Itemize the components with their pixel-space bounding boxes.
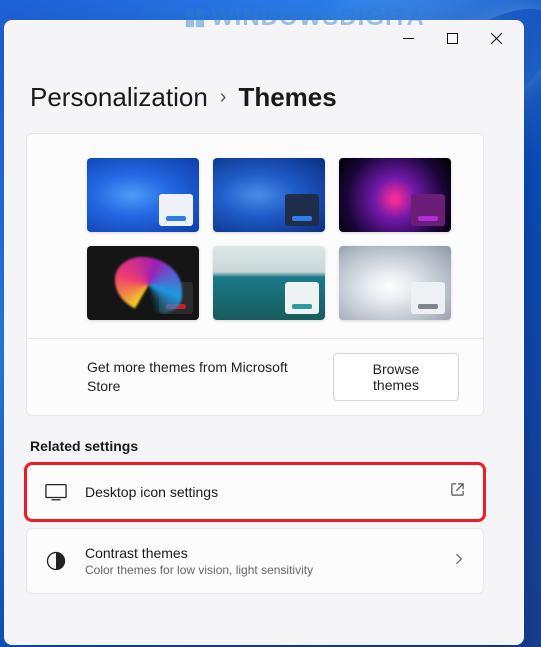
external-link-icon [450,482,465,502]
chevron-right-icon: › [220,86,227,109]
themes-card: Get more themes from Microsoft Store Bro… [26,133,484,416]
related-settings-heading: Related settings [30,438,484,454]
maximize-icon [447,33,458,44]
titlebar [4,20,524,56]
theme-glow[interactable] [339,158,451,232]
theme-captured-motion[interactable] [87,246,199,320]
monitor-icon [45,481,67,503]
theme-preview-overlay [159,194,193,226]
theme-preview-overlay [411,194,445,226]
page-title: Themes [238,82,336,113]
theme-preview-overlay [159,282,193,314]
desktop-icon-settings-row[interactable]: Desktop icon settings [26,464,484,520]
minimize-button[interactable] [386,24,430,52]
maximize-button[interactable] [430,24,474,52]
settings-window: Personalization › Themes [4,20,524,645]
theme-flow[interactable] [339,246,451,320]
contrast-icon [45,550,67,572]
theme-preview-overlay [285,282,319,314]
themes-grid [27,134,483,338]
minimize-icon [403,33,414,44]
contrast-themes-row[interactable]: Contrast themes Color themes for low vis… [26,528,484,594]
close-button[interactable] [474,24,518,52]
theme-preview-overlay [285,194,319,226]
chevron-right-icon [453,552,465,570]
store-text: Get more themes from Microsoft Store [87,358,317,396]
close-icon [491,33,502,44]
browse-themes-button[interactable]: Browse themes [333,353,459,401]
breadcrumb: Personalization › Themes [30,82,504,113]
row-title: Contrast themes [85,545,435,561]
theme-windows-dark[interactable] [213,158,325,232]
theme-preview-overlay [411,282,445,314]
row-title: Desktop icon settings [85,484,432,500]
row-subtitle: Color themes for low vision, light sensi… [85,563,435,577]
theme-windows-light[interactable] [87,158,199,232]
theme-sunrise[interactable] [213,246,325,320]
store-row: Get more themes from Microsoft Store Bro… [27,338,483,415]
breadcrumb-parent[interactable]: Personalization [30,82,208,113]
